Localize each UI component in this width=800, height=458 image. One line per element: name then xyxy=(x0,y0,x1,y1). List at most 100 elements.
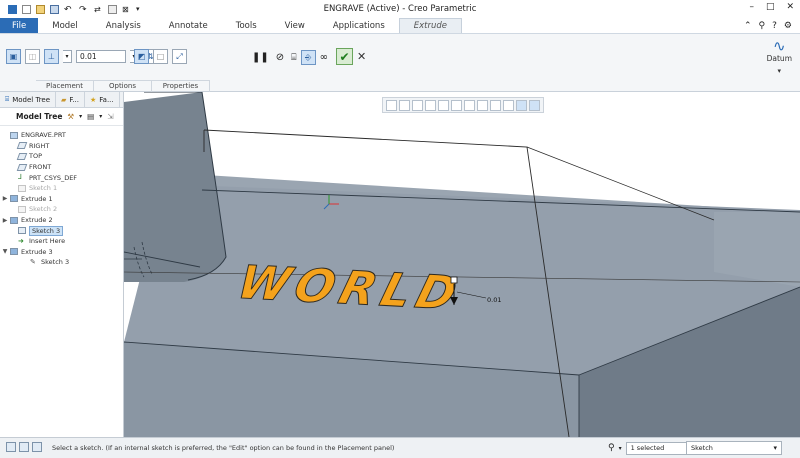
search-icon[interactable]: ⚲ xyxy=(759,21,766,31)
tree-item-sketch-2[interactable]: Sketch 2 xyxy=(0,204,123,215)
view-toolbar xyxy=(382,97,544,113)
datum-icon[interactable]: ∿ xyxy=(767,38,792,54)
tab-model[interactable]: Model xyxy=(38,18,92,33)
tab-analysis[interactable]: Analysis xyxy=(92,18,155,33)
tree-item-csys[interactable]: ⅃ PRT_CSYS_DEF xyxy=(0,172,123,183)
save-icon[interactable] xyxy=(50,4,59,14)
tree-item-sketch-3[interactable]: Sketch 3 xyxy=(0,225,123,236)
tree-item-front[interactable]: FRONT xyxy=(0,162,123,173)
tree-item-right[interactable]: RIGHT xyxy=(0,141,123,152)
refit-icon[interactable] xyxy=(386,99,397,111)
expand-icon[interactable]: ▶ xyxy=(0,195,10,202)
datum-group: ∿ Datum ▾ xyxy=(767,38,792,75)
pause-icon[interactable]: ❚❚ xyxy=(252,52,269,63)
full-screen-icon[interactable] xyxy=(32,442,42,452)
tree-item-extrude-3[interactable]: ▼ Extrude 3 xyxy=(0,247,123,258)
tab-extrude[interactable]: Extrude xyxy=(398,18,462,33)
tab-favorites[interactable]: ★ Fa... xyxy=(85,92,120,107)
find-dropdown-icon[interactable]: ▾ xyxy=(619,445,622,452)
perspective-icon[interactable] xyxy=(477,99,488,111)
tree-filter-icon[interactable]: ⇲ xyxy=(107,112,113,121)
datum-plane-icon xyxy=(16,152,28,160)
tree-item-extrude-1[interactable]: ▶ Extrude 1 xyxy=(0,194,123,205)
datum-plane-icon xyxy=(16,163,28,171)
ok-button[interactable]: ✔ xyxy=(336,48,353,65)
find-icon[interactable]: ⚲ xyxy=(608,443,615,453)
no-preview-icon[interactable]: ⊘ xyxy=(276,52,284,63)
csys-display-icon[interactable] xyxy=(529,99,540,111)
tree-item-engrave-prt[interactable]: ENGRAVE.PRT xyxy=(0,130,123,141)
verify-preview-button[interactable]: ⎆ xyxy=(300,50,316,65)
datum-dropdown-icon[interactable]: ▾ xyxy=(767,67,792,75)
tree-settings-icon[interactable]: ⚒ xyxy=(67,112,74,121)
depth-type-dropdown[interactable]: ▾ xyxy=(63,50,72,63)
tree-item-top[interactable]: TOP xyxy=(0,151,123,162)
model-view[interactable]: WORLD 0.01 xyxy=(124,92,800,437)
tab-applications[interactable]: Applications xyxy=(319,18,399,33)
selected-count[interactable]: 1 selected xyxy=(625,441,694,455)
open-file-icon[interactable] xyxy=(36,4,45,14)
regenerate-icon[interactable]: ⇄ xyxy=(94,5,103,14)
close-icon[interactable]: ✕ xyxy=(786,2,794,12)
tab-annotate[interactable]: Annotate xyxy=(155,18,222,33)
customize-qa-icon[interactable]: ▾ xyxy=(136,5,145,14)
tab-tools[interactable]: Tools xyxy=(222,18,271,33)
tab-folder-browser[interactable]: ▰ F... xyxy=(56,92,85,107)
help-icon[interactable]: ? xyxy=(772,21,777,31)
tree-settings-dropdown-icon[interactable]: ▾ xyxy=(79,113,82,120)
undo-icon[interactable]: ↶ xyxy=(64,5,74,15)
zoom-in-icon[interactable] xyxy=(399,99,410,111)
display-style-icon[interactable] xyxy=(438,99,449,111)
show-dropdown-icon[interactable]: ▾ xyxy=(99,113,102,120)
solid-button[interactable]: ▣ xyxy=(6,49,21,64)
collapse-ribbon-icon[interactable]: ⌃ xyxy=(744,21,752,31)
tree-item-label: Extrude 1 xyxy=(21,194,53,203)
cancel-button[interactable]: ✕ xyxy=(357,50,366,63)
subtab-options[interactable]: Options xyxy=(94,81,152,92)
datum-display-icon[interactable] xyxy=(490,99,501,111)
attached-preview-icon[interactable]: ⌸ xyxy=(291,53,296,63)
tab-file[interactable]: File xyxy=(0,18,39,33)
tree-item-label: ENGRAVE.PRT xyxy=(21,131,66,140)
subtab-placement[interactable]: Placement xyxy=(36,81,94,92)
view-manager-icon[interactable] xyxy=(464,99,475,111)
thicken-sketch-button[interactable]: □ xyxy=(153,49,168,64)
tab-model-tree[interactable]: ⌸ Model Tree xyxy=(0,92,57,107)
windows-icon[interactable] xyxy=(108,4,117,14)
collapse-icon[interactable]: ▼ xyxy=(0,248,10,255)
remove-material-button[interactable]: ◩ xyxy=(134,49,149,64)
selection-filter-select[interactable]: Sketch xyxy=(686,441,782,455)
surface-button[interactable]: ◫ xyxy=(25,49,40,64)
repaint-icon[interactable] xyxy=(425,99,436,111)
title-bar: ↶ ↷ ⇄ ⊠ ▾ ENGRAVE (Active) - Creo Parame… xyxy=(0,0,800,18)
tab-view[interactable]: View xyxy=(271,18,319,33)
graphics-window[interactable]: WORLD 0.01 xyxy=(124,92,800,437)
tree-item-sketch-1[interactable]: Sketch 1 xyxy=(0,183,123,194)
tree-item-extrude-2[interactable]: ▶ Extrude 2 xyxy=(0,215,123,226)
zoom-out-icon[interactable] xyxy=(412,99,423,111)
status-icons xyxy=(6,442,42,452)
annotation-display-icon[interactable] xyxy=(503,99,514,111)
tree-item-sketch-3-child[interactable]: ✎ Sketch 3 xyxy=(0,257,123,268)
spin-center-icon[interactable] xyxy=(516,99,527,111)
dashboard-subtabs: Placement Options Properties xyxy=(36,80,210,92)
show-icon[interactable]: ▤ xyxy=(87,112,94,121)
glasses-icon[interactable]: ∞ xyxy=(320,52,328,63)
depth-value-field[interactable]: 0.01 xyxy=(76,50,126,63)
toggle-browser-icon[interactable] xyxy=(19,442,29,452)
new-file-icon[interactable] xyxy=(22,4,31,14)
part-icon xyxy=(10,131,18,139)
redo-icon[interactable]: ↷ xyxy=(79,5,89,15)
depth-type-button[interactable]: ⊥ xyxy=(44,49,59,64)
close-window-icon[interactable]: ⊠ xyxy=(122,5,131,14)
quick-access-toolbar: ↶ ↷ ⇄ ⊠ ▾ xyxy=(0,4,145,15)
expand-icon[interactable]: ▶ xyxy=(0,217,10,224)
tree-item-insert-here[interactable]: ➜ Insert Here xyxy=(0,236,123,247)
subtab-properties[interactable]: Properties xyxy=(152,81,210,92)
maximize-icon[interactable]: □ xyxy=(766,2,775,12)
minimize-icon[interactable]: – xyxy=(749,2,754,12)
flip-material-button[interactable]: ⤢ xyxy=(172,49,187,64)
saved-orientations-icon[interactable] xyxy=(451,99,462,111)
toggle-navigator-icon[interactable] xyxy=(6,442,16,452)
settings-icon[interactable]: ⚙ xyxy=(784,21,792,31)
